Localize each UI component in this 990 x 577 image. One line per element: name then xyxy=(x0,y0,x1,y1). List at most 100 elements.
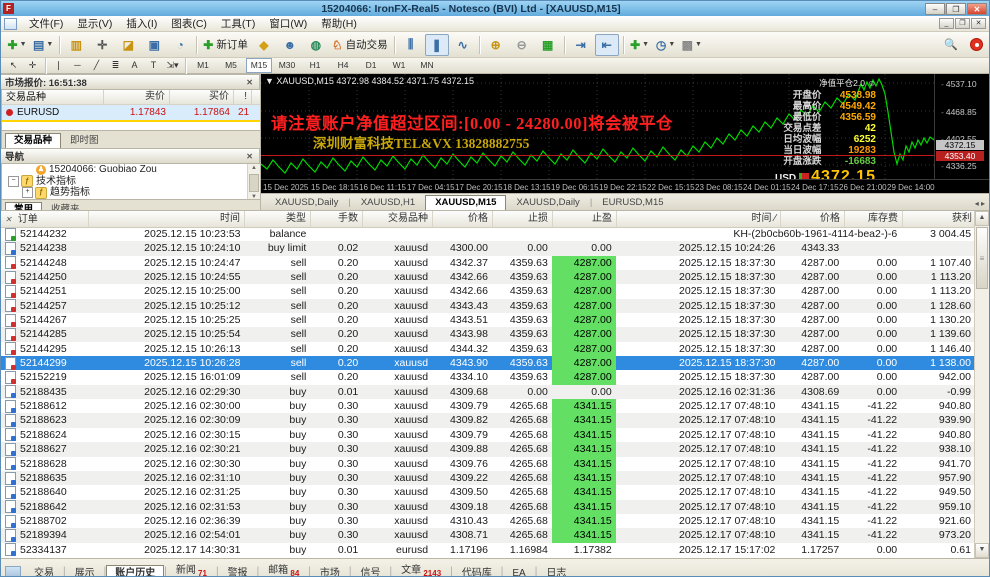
profiles-button[interactable]: ▤ ▼ xyxy=(31,34,55,56)
table-row[interactable]: 52144267 2025.12.15 10:25:25 sell 0.20 xauus… xyxy=(1,313,975,328)
timeframe-h4-button[interactable]: H4 xyxy=(330,58,356,73)
toolbox-tab-代码库[interactable]: 代码库 xyxy=(453,565,501,576)
navigator-close-icon[interactable]: ✕ xyxy=(244,152,255,161)
table-row[interactable]: 52144232 2025.12.15 10:23:53 balance KH-(2b… xyxy=(1,227,975,241)
timeframe-d1-button[interactable]: D1 xyxy=(358,58,384,73)
zoom-in-button[interactable]: ⊕ xyxy=(484,34,508,56)
column-header-7[interactable]: 止盈 xyxy=(553,211,617,227)
table-row[interactable]: 52152219 2025.12.15 16:01:09 sell 0.20 xauus… xyxy=(1,370,975,385)
chart-tab-XAUUSD-M15[interactable]: XAUUSD,M15 xyxy=(425,195,507,210)
navigator-item[interactable]: − ƒ 技术指标 xyxy=(2,175,260,188)
navigator-toggle-button[interactable]: ◪ xyxy=(116,34,140,56)
table-row[interactable]: 52144285 2025.12.15 10:25:54 sell 0.20 xauus… xyxy=(1,327,975,342)
column-header-0[interactable]: ✕ 订单 xyxy=(1,211,89,227)
timeframe-m15-button[interactable]: M15 xyxy=(246,58,272,73)
toolbox-tab-EA[interactable]: EA xyxy=(503,565,534,576)
tree-expander-icon[interactable]: − xyxy=(8,175,19,187)
table-row[interactable]: 52144250 2025.12.15 10:24:55 sell 0.20 xauus… xyxy=(1,270,975,285)
table-row[interactable]: 52188627 2025.12.16 02:30:21 buy 0.30 xauusd… xyxy=(1,442,975,457)
table-row[interactable]: 52188702 2025.12.16 02:36:39 buy 0.30 xauusd… xyxy=(1,513,975,529)
label-tool-button[interactable]: T xyxy=(144,58,163,73)
scroll-thumb[interactable]: ≡ xyxy=(976,227,988,289)
navigator-item[interactable]: + ƒ 趋势指标 xyxy=(2,186,260,199)
menu-item-文件[interactable]: 文件(F) xyxy=(22,17,70,31)
crosshair-tool-button[interactable]: ✛ xyxy=(23,58,42,73)
navigator-item[interactable]: ♟ 15204066: Guobiao Zou xyxy=(2,164,260,176)
mdi-minimize-button[interactable]: _ xyxy=(939,18,954,29)
toolbox-tab-日志[interactable]: 日志 xyxy=(537,565,575,576)
column-header-1[interactable]: 时间 xyxy=(89,211,245,227)
history-scrollbar[interactable]: ▲ ≡ ▼ xyxy=(974,211,989,558)
mdi-close-button[interactable]: ✕ xyxy=(971,18,986,29)
website-button[interactable]: ◍ xyxy=(304,34,328,56)
menu-item-帮助[interactable]: 帮助(H) xyxy=(314,17,364,31)
column-header-5[interactable]: 价格 xyxy=(433,211,493,227)
menu-item-图表[interactable]: 图表(C) xyxy=(164,17,214,31)
minimize-button[interactable]: – xyxy=(925,2,945,15)
auto-scroll-button[interactable]: ⇥ xyxy=(569,34,593,56)
table-row[interactable]: 52188642 2025.12.16 02:31:53 buy 0.30 xauusd… xyxy=(1,499,975,514)
close-button[interactable]: ✕ xyxy=(967,2,987,15)
timeframe-m5-button[interactable]: M5 xyxy=(218,58,244,73)
toolbox-tab-账户历史[interactable]: 账户历史 xyxy=(106,565,165,576)
toolbox-tab-文章[interactable]: 文章 2143 xyxy=(392,562,450,576)
price-axis[interactable]: -4537.10-4468.85-4402.55-4336.25-4269.95… xyxy=(935,74,989,198)
table-row[interactable]: 52188435 2025.12.16 02:29:30 buy 0.01 xauusd… xyxy=(1,384,975,400)
menu-item-窗口[interactable]: 窗口(W) xyxy=(262,17,314,31)
table-row[interactable]: 52188640 2025.12.16 02:31:25 buy 0.30 xauusd… xyxy=(1,485,975,500)
menu-item-工具[interactable]: 工具(T) xyxy=(214,17,262,31)
timeframe-w1-button[interactable]: W1 xyxy=(386,58,412,73)
table-row[interactable]: 52144257 2025.12.15 10:25:12 sell 0.20 xauus… xyxy=(1,298,975,314)
column-header-2[interactable]: 类型 xyxy=(245,211,311,227)
add-indicator-button[interactable]: ✚ ▼ xyxy=(628,34,652,56)
toolbox-tab-信号[interactable]: 信号 xyxy=(352,565,390,576)
new-order-button[interactable]: ✚ 新订单 xyxy=(201,34,250,56)
market-watch-toggle-button[interactable]: ▥ xyxy=(64,34,88,56)
vertical-line-tool-button[interactable]: ❘ xyxy=(49,58,68,73)
tile-windows-button[interactable]: ▦ xyxy=(536,34,560,56)
fibonacci-tool-button[interactable]: ≣ xyxy=(106,58,125,73)
time-axis[interactable]: 15 Dec 2025 15 Dec 18:15 16 Dec 11:15 17 De… xyxy=(261,179,989,194)
search-icon[interactable]: 🔍 xyxy=(939,34,963,56)
toolbox-toggle-button[interactable]: ▣ xyxy=(142,34,166,56)
column-header-10[interactable]: 库存费 xyxy=(845,211,903,227)
toolbox-tab-交易[interactable]: 交易 xyxy=(25,565,63,576)
text-tool-button[interactable]: A xyxy=(125,58,144,73)
table-row[interactable]: 52188628 2025.12.16 02:30:30 buy 0.30 xauusd… xyxy=(1,456,975,471)
scroll-down-icon[interactable]: ▼ xyxy=(975,543,989,558)
metaeditor-button[interactable]: ◆ xyxy=(252,34,276,56)
horizontal-line-tool-button[interactable]: ─ xyxy=(68,58,87,73)
community-button[interactable]: ☻ xyxy=(278,34,302,56)
chart-tab-XAUUSD-Daily[interactable]: XAUUSD,Daily xyxy=(506,195,589,210)
table-row[interactable]: 52188635 2025.12.16 02:31:10 buy 0.30 xauusd… xyxy=(1,470,975,486)
table-row[interactable]: 52144248 2025.12.15 10:24:47 sell 0.20 xauus… xyxy=(1,255,975,271)
menu-item-显示[interactable]: 显示(V) xyxy=(70,17,119,31)
chart-tab-scroll-arrows[interactable]: ◂ ▸ xyxy=(975,199,985,208)
new-chart-button[interactable]: ✚ ▼ xyxy=(5,34,29,56)
table-row[interactable]: 52189394 2025.12.16 02:54:01 buy 0.30 xauusd… xyxy=(1,528,975,543)
data-window-toggle-button[interactable]: ✛ xyxy=(90,34,114,56)
table-row[interactable]: 52188612 2025.12.16 02:30:00 buy 0.30 xauusd… xyxy=(1,399,975,414)
tree-expander-icon[interactable]: + xyxy=(22,187,33,199)
table-row[interactable]: 52188623 2025.12.16 02:30:09 buy 0.30 xauusd… xyxy=(1,413,975,428)
market-watch-row[interactable]: EURUSD 1.17843 1.17864 21 xyxy=(2,105,260,120)
cursor-tool-button[interactable]: ↖ xyxy=(4,58,23,73)
column-header-6[interactable]: 止损 xyxy=(493,211,553,227)
chart-shift-button[interactable]: ⇤ xyxy=(594,33,619,56)
toolbox-tab-展示[interactable]: 展示 xyxy=(66,565,104,576)
table-row[interactable]: 52144251 2025.12.15 10:25:00 sell 0.20 xauus… xyxy=(1,284,975,299)
column-header-3[interactable]: 手数 xyxy=(311,211,363,227)
candle-chart-mode-button[interactable]: ❚ xyxy=(424,33,449,56)
notifications-icon[interactable] xyxy=(970,38,983,51)
table-row[interactable]: 52188624 2025.12.16 02:30:15 buy 0.30 xauusd… xyxy=(1,427,975,443)
market-watch-tab-即时图[interactable]: 即时图 xyxy=(61,133,108,148)
timeframe-m30-button[interactable]: M30 xyxy=(274,58,300,73)
scroll-up-icon[interactable]: ▲ xyxy=(975,211,989,226)
toolbox-tab-新闻[interactable]: 新闻 71 xyxy=(167,562,216,576)
templates-button[interactable]: ▩ ▼ xyxy=(680,34,704,56)
chart-plot[interactable]: ▼ XAUUSD,M15 4372.98 4384.52 4371.75 437… xyxy=(261,74,935,179)
strategy-tester-toggle-button[interactable]: ◔ xyxy=(168,34,192,56)
chart-tab-EURUSD-M15[interactable]: EURUSD,M15 xyxy=(592,195,673,210)
trendline-tool-button[interactable]: ╱ xyxy=(87,58,106,73)
table-row[interactable]: 52144238 2025.12.15 10:24:10 buy limit 0.02… xyxy=(1,241,975,256)
